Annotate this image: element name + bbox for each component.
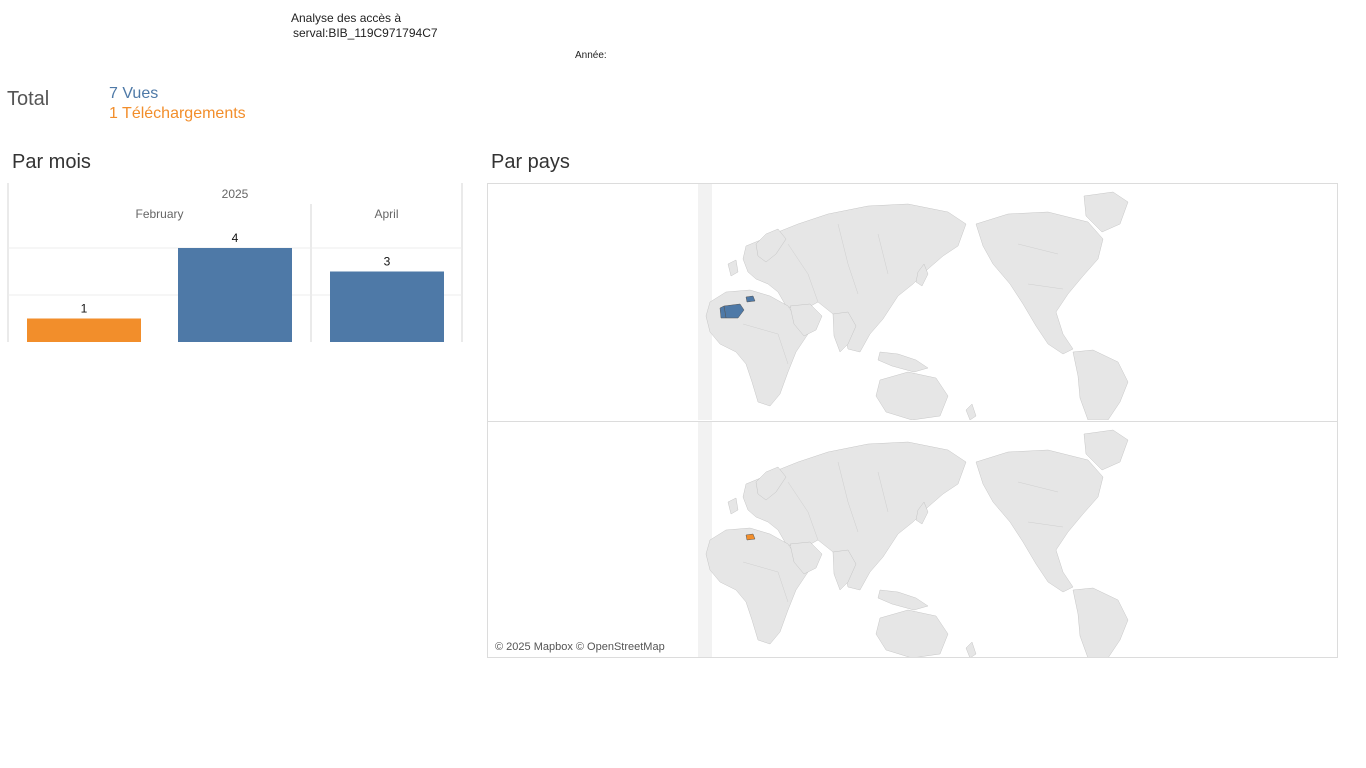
total-label: Total [7,88,50,110]
downloads-map-land-7 [875,609,949,657]
bar-vues-february[interactable] [178,248,292,342]
views-map-land-11 [1072,349,1129,421]
downloads-map-land-5 [877,589,929,611]
page-title: Analyse des accès à serval:BIB_119C97179… [291,11,438,41]
chart-year-header: 2025 [222,187,249,201]
bar-value-label: 1 [81,302,88,316]
bar-value-label: 3 [384,255,391,269]
country-map-panel[interactable]: © 2025 Mapbox © OpenStreetMap [487,183,1338,658]
monthly-chart-svg: 2025 February April 1 4 3 [7,183,463,343]
page-title-line-2: serval:BIB_119C971794C7 [293,26,438,40]
monthly-chart: 2025 February April 1 4 3 [0,180,470,350]
views-map-land-8 [965,403,977,421]
downloads-map[interactable] [488,421,1337,657]
map-attribution: © 2025 Mapbox © OpenStreetMap [495,641,665,653]
downloads-map-svg [698,422,1129,657]
views-map-land-12 [727,259,739,277]
views-map-land-7 [875,371,949,421]
chart-month-header: April [374,207,398,221]
chart-month-header: February [135,207,183,221]
by-month-title: Par mois [12,151,91,173]
views-map-land-9 [975,211,1104,355]
views-map-land-5 [877,351,929,373]
downloads-map-land-9 [975,449,1104,593]
views-map-svg [698,184,1129,421]
bar-value-label: 4 [232,231,239,245]
total-views: 7 Vues [109,85,159,102]
year-filter-label[interactable]: Année: [575,50,607,61]
total-downloads: 1 Téléchargements [109,105,246,122]
bar-vues-april[interactable] [330,271,444,343]
views-map[interactable] [488,184,1337,421]
downloads-map-land-11 [1072,587,1129,657]
bar-téléchargements-february[interactable] [27,318,141,343]
downloads-map-land-8 [965,641,977,657]
downloads-map-land-12 [727,497,739,515]
by-country-title: Par pays [491,151,570,173]
page-title-line-1: Analyse des accès à [291,11,402,25]
